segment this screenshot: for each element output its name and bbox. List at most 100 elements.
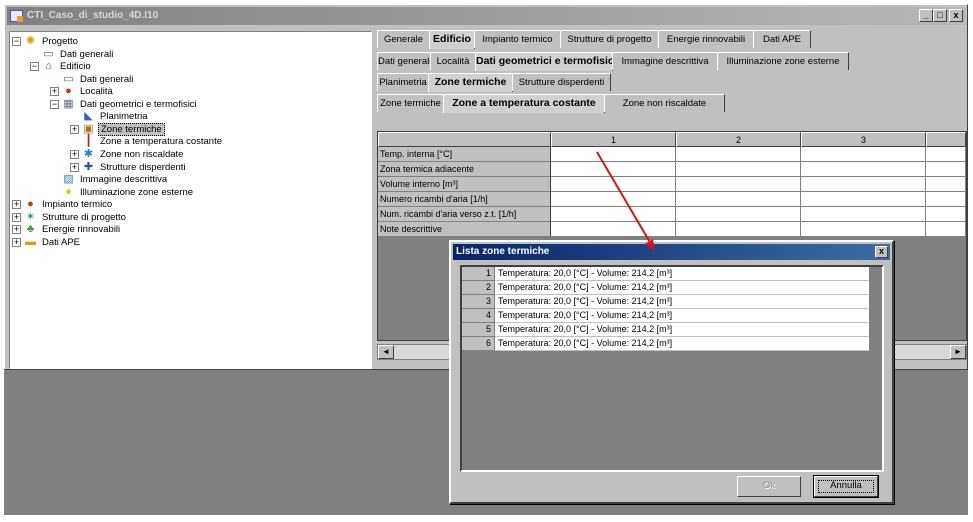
expand-icon[interactable]: + [12,225,21,235]
grid-cell[interactable] [551,177,676,192]
thermal-zones-list[interactable]: 1 Temperatura: 20,0 [°C] - Volume: 214,2 … [460,265,884,472]
tree-item-label[interactable]: Dati geometrici e termofisici [78,98,199,111]
grid-cell[interactable] [926,222,966,237]
grid-cell[interactable] [926,177,966,192]
tree-item[interactable]: + ▣ Zone termiche [10,122,370,136]
window-titlebar[interactable]: CTI_Caso_di_studio_4D.I10 _ □ x [7,7,965,25]
expand-icon[interactable]: + [50,87,59,97]
maximize-button[interactable]: □ [933,9,947,22]
tree-item-label[interactable]: Dati generali [78,73,135,86]
grid-cell[interactable] [676,192,801,207]
close-button[interactable]: x [949,9,963,22]
expand-icon[interactable]: + [70,162,79,172]
grid-cell[interactable] [551,192,676,207]
scroll-right-button[interactable]: ► [950,345,966,359]
tree-item-label[interactable]: Edificio [58,60,93,73]
tree-item[interactable]: + ● Impianto termico [10,198,370,211]
expand-icon[interactable]: + [70,124,79,134]
tree-item[interactable]: ◣ Planimetria [10,110,370,123]
tab-immagine-descrittiva[interactable]: Immagine descrittiva [612,52,718,70]
grid-cell[interactable] [551,207,676,222]
grid-cell[interactable] [926,192,966,207]
tab-dati-generali[interactable]: Dati generali [377,52,431,70]
tab-illuminazione-zone-esterne[interactable]: Illuminazione zone esterne [717,52,849,70]
grid-cell[interactable] [801,192,926,207]
grid-cell[interactable] [926,207,966,222]
grid-cell[interactable] [801,177,926,192]
tree-item[interactable]: ┃ Zone a temperatura costante [10,135,370,148]
dialog-titlebar[interactable]: Lista zone termiche x [453,244,890,260]
scroll-left-button[interactable]: ◄ [378,345,394,359]
tree-item-label[interactable]: Illuminazione zone esterne [78,186,195,199]
grid-column-header[interactable]: 1 [551,132,676,147]
grid-cell[interactable] [801,222,926,237]
thermal-zone-item[interactable]: 6 Temperatura: 20,0 [°C] - Volume: 214,2 … [462,337,870,351]
project-tree[interactable]: − ✺ Progetto ▭ Dati generali − ⌂ Edificio ▭ Dati … [9,31,372,369]
dialog-close-button[interactable]: x [875,246,888,258]
grid-cell[interactable] [926,147,966,162]
collapse-icon[interactable]: − [12,37,21,46]
tree-item-label[interactable]: Energie rinnovabili [40,223,122,236]
tree-item[interactable]: + ♣ Energie rinnovabili [10,223,370,236]
tree-item[interactable]: + ▬ Dati APE [10,236,370,249]
expand-icon[interactable]: + [12,237,21,247]
tab-strutture-disperdenti[interactable]: Strutture disperdenti [512,73,611,91]
thermal-zone-item[interactable]: 3 Temperatura: 20,0 [°C] - Volume: 214,2 … [462,295,870,309]
grid-cell[interactable] [551,222,676,237]
tree-item[interactable]: ▭ Dati generali [10,73,370,86]
grid-cell[interactable] [676,207,801,222]
grid-cell[interactable] [801,162,926,177]
tree-item-label[interactable]: Zone a temperatura costante [98,135,224,148]
tree-item[interactable]: ▭ Dati generali [10,48,370,61]
tab-impianto-termico[interactable]: Impianto termico [474,30,561,48]
grid-cell[interactable] [801,147,926,162]
tab-strutture-di-progetto[interactable]: Strutture di progetto [560,30,659,48]
tree-item-label[interactable]: Strutture disperdenti [98,161,188,174]
cancel-button[interactable]: Annulla [813,475,879,498]
tab-zone-non-riscaldate[interactable]: Zone non riscaldate [604,94,725,112]
grid-column-header[interactable]: 3 [801,132,926,147]
expand-icon[interactable]: + [70,149,79,159]
tab-localit[interactable]: Località [430,52,476,70]
tree-item[interactable]: ♦ Illuminazione zone esterne [10,186,370,199]
tree-item[interactable]: − ✺ Progetto [10,35,370,48]
thermal-zone-item[interactable]: 1 Temperatura: 20,0 [°C] - Volume: 214,2 … [462,267,870,281]
grid-cell[interactable] [676,147,801,162]
grid-cell[interactable] [551,162,676,177]
tree-item-label[interactable]: Dati generali [58,48,115,61]
grid-cell[interactable] [801,207,926,222]
tree-item-label[interactable]: Impianto termico [40,198,114,211]
minimize-button[interactable]: _ [919,9,933,22]
tree-item-label[interactable]: Planimetria [98,110,150,123]
tree-item-label[interactable]: Zone non riscaldate [98,148,185,161]
tab-planimetria[interactable]: Planimetria [377,73,429,91]
tree-item-label[interactable]: Località [78,85,115,98]
grid-cell[interactable] [676,177,801,192]
tab-zone-termiche[interactable]: Zone termiche [377,94,444,112]
tab-zone-termiche[interactable]: Zone termiche [428,73,513,92]
tree-item[interactable]: + ✚ Strutture disperdenti [10,161,370,174]
grid-cell[interactable] [551,147,676,162]
tree-item-label[interactable]: Zone termiche [98,122,165,136]
tree-item[interactable]: + ● Località [10,85,370,98]
ok-button[interactable]: Ok [737,476,801,497]
tab-dati-geometrici-e-termofisici[interactable]: Dati geometrici e termofisici [475,52,617,71]
tab-dati-ape[interactable]: Dati APE [753,30,811,48]
expand-icon[interactable]: + [12,212,21,222]
tree-item-label[interactable]: Immagine descrittiva [78,173,169,186]
tree-item[interactable]: ▨ Immagine descrittiva [10,173,370,186]
grid-cell[interactable] [676,162,801,177]
thermal-zone-item[interactable]: 5 Temperatura: 20,0 [°C] - Volume: 214,2 … [462,323,870,337]
tree-item[interactable]: − ⌂ Edificio [10,60,370,73]
tree-item-label[interactable]: Dati APE [40,236,82,249]
tab-zone-a-temperatura-costante[interactable]: Zone a temperatura costante [443,94,605,113]
collapse-icon[interactable]: − [30,62,39,72]
tree-item-label[interactable]: Strutture di progetto [40,211,128,224]
tab-generale[interactable]: Generale [377,30,430,48]
tree-item[interactable]: − ▦ Dati geometrici e termofisici [10,98,370,111]
thermal-zone-item[interactable]: 4 Temperatura: 20,0 [°C] - Volume: 214,2 … [462,309,870,323]
grid-cell[interactable] [926,162,966,177]
tree-item[interactable]: + ✶ Strutture di progetto [10,211,370,224]
expand-icon[interactable]: + [12,200,21,210]
tab-edificio[interactable]: Edificio [429,30,475,49]
